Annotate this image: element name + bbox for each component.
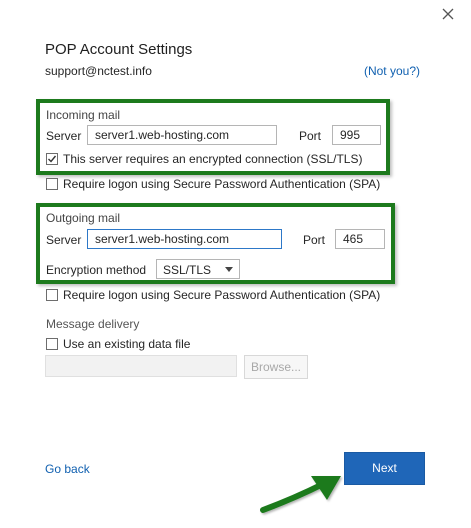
incoming-server-label: Server [46, 129, 82, 143]
outgoing-port-input[interactable] [335, 229, 385, 249]
browse-button: Browse... [244, 355, 308, 379]
encryption-method-select[interactable]: SSL/TLS [156, 259, 240, 279]
not-you-link[interactable]: (Not you?) [364, 64, 420, 78]
existing-data-file-checkbox[interactable] [46, 338, 58, 350]
checkmark-icon [48, 155, 57, 163]
incoming-port-input[interactable] [332, 125, 381, 145]
next-button[interactable]: Next [344, 452, 425, 485]
incoming-spa-label: Require logon using Secure Password Auth… [63, 177, 381, 191]
data-file-path-input [45, 355, 237, 377]
outgoing-server-label: Server [46, 233, 82, 247]
outgoing-mail-heading: Outgoing mail [46, 211, 121, 225]
dialog-title: POP Account Settings [45, 41, 193, 58]
outgoing-spa-checkbox[interactable] [46, 289, 58, 301]
existing-data-file-label: Use an existing data file [63, 337, 191, 351]
outgoing-port-label: Port [303, 233, 326, 247]
incoming-spa-checkbox[interactable] [46, 178, 58, 190]
message-delivery-heading: Message delivery [46, 317, 140, 331]
outgoing-server-input[interactable] [87, 229, 282, 249]
go-back-link[interactable]: Go back [45, 462, 90, 476]
incoming-ssl-label: This server requires an encrypted connec… [63, 152, 363, 166]
account-email: support@nctest.info [45, 64, 152, 78]
arrow-icon [260, 476, 341, 513]
outgoing-spa-label: Require logon using Secure Password Auth… [63, 288, 381, 302]
encryption-method-label: Encryption method [46, 263, 147, 277]
encryption-method-value: SSL/TLS [163, 263, 212, 277]
incoming-ssl-checkbox[interactable] [46, 153, 58, 165]
close-icon[interactable] [441, 7, 455, 21]
incoming-server-input[interactable] [87, 125, 277, 145]
incoming-port-label: Port [299, 129, 322, 143]
incoming-mail-heading: Incoming mail [46, 108, 121, 122]
chevron-down-icon [225, 267, 233, 272]
